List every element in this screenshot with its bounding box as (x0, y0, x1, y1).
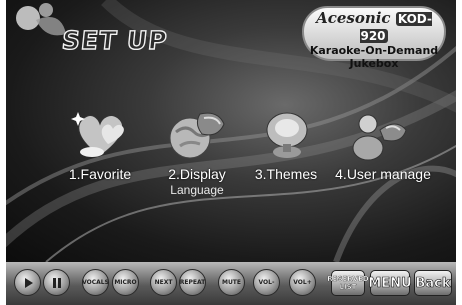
menu-item-display-language[interactable]: 2.Display Language (152, 108, 242, 198)
next-button[interactable]: NEXT (150, 269, 177, 296)
vocal-button[interactable]: VOCALS (82, 269, 109, 296)
user-manage-label: 4.User manage (335, 166, 431, 182)
menu-item-user-manage[interactable]: 4.User manage (328, 108, 438, 193)
reserved-list-button[interactable]: RESERVED LIST (327, 270, 369, 296)
mic-button[interactable]: MICRO (112, 269, 139, 296)
brand-badge: Acesonic KOD-920 Karaoke-On-Demand Jukeb… (302, 6, 446, 70)
back-button[interactable]: Back (414, 270, 452, 296)
themes-icon (266, 112, 308, 158)
brand-logo: Acesonic KOD-920 (316, 9, 432, 43)
page-title: SET UP (60, 25, 170, 55)
themes-label: 3.Themes (254, 166, 318, 182)
globe-icon (169, 112, 225, 159)
setup-screen: SET UP Acesonic KOD-920 Karaoke-On-Deman… (6, 0, 456, 262)
app-window: SET UP Acesonic KOD-920 Karaoke-On-Deman… (0, 0, 462, 305)
menu-item-favorite[interactable]: 1.Favorite (50, 108, 150, 193)
users-icon (352, 114, 407, 161)
brand-tagline: Karaoke-On-Demand (309, 44, 439, 57)
repeat-button[interactable]: REPEAT (179, 269, 206, 296)
display-sub-label: Language (170, 183, 224, 197)
favorite-label: 1.Favorite (68, 166, 132, 182)
play-button[interactable] (14, 269, 41, 296)
play-icon (24, 277, 33, 288)
display-label: 2.Display (168, 166, 226, 182)
volume-down-button[interactable]: VOL- (253, 269, 280, 296)
mute-button[interactable]: MUTE (218, 269, 245, 296)
pause-button[interactable] (43, 269, 70, 296)
volume-up-button[interactable]: VOL+ (289, 269, 316, 296)
hearts-icon (71, 112, 124, 157)
menu-button[interactable]: MENU (368, 270, 412, 296)
control-toolbar: VOCALS MICRO NEXT REPEAT MUTE VOL- VOL+ … (6, 262, 456, 305)
brand-subtitle: Jukebox (349, 57, 399, 70)
pause-icon (52, 277, 61, 288)
menu-item-themes[interactable]: 3.Themes (246, 108, 326, 193)
